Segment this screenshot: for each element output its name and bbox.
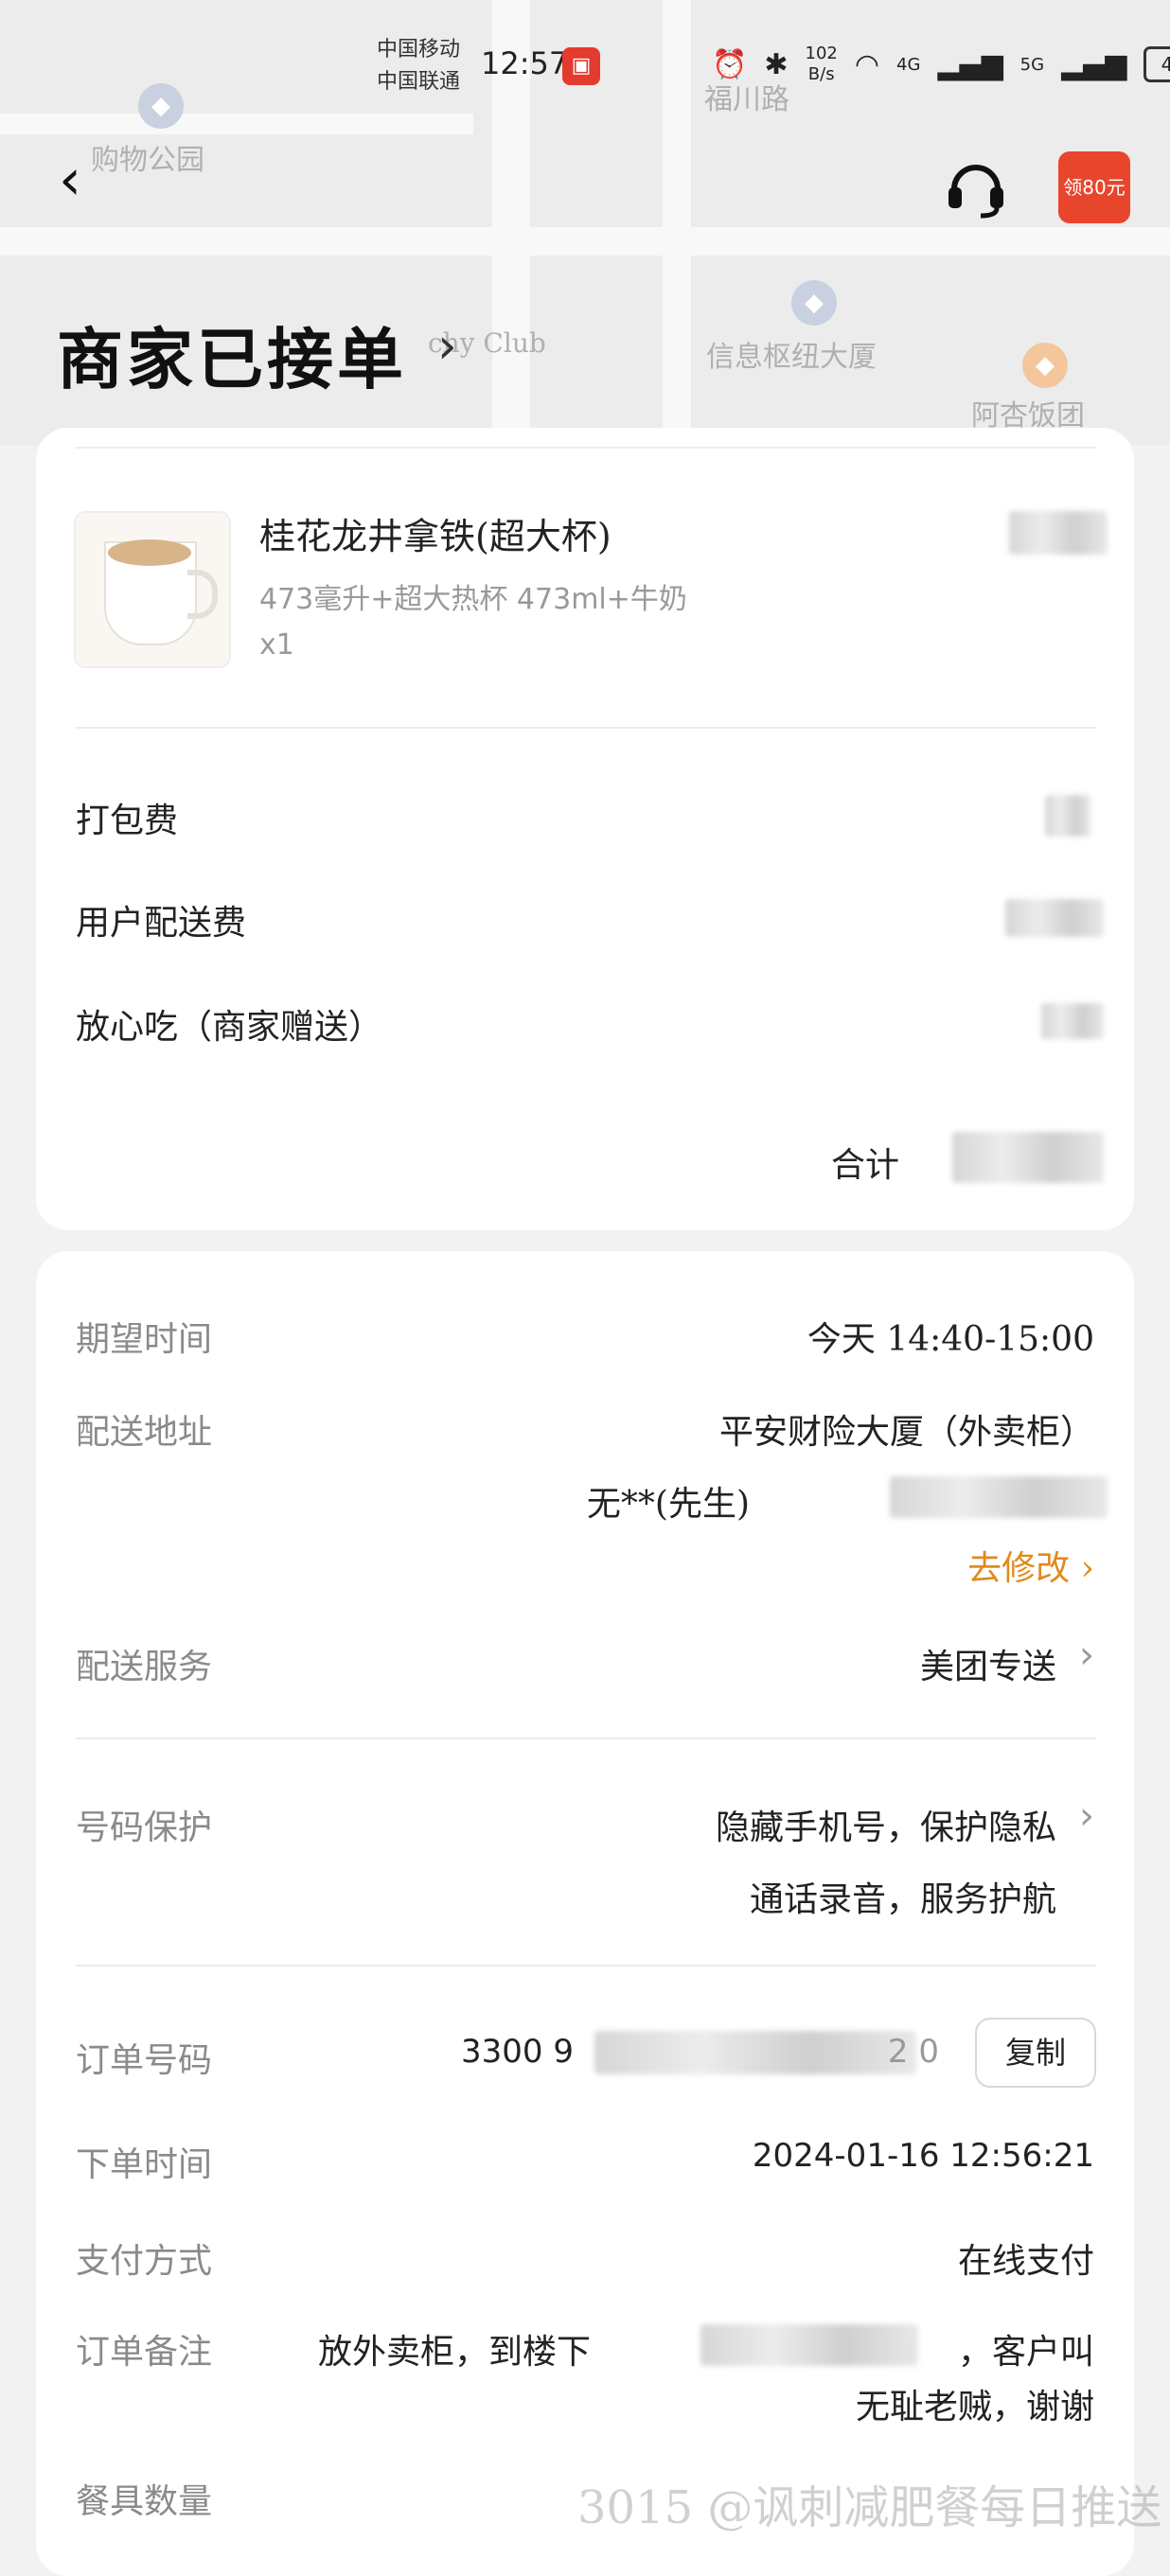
network-speed-unit: B/s <box>807 64 835 84</box>
bluetooth-icon: ✱ <box>764 47 789 81</box>
delivery-service-label: 配送服务 <box>76 1648 213 1686</box>
map-poi-icon: ◆ <box>791 280 837 326</box>
clock: 12:57 <box>481 45 569 81</box>
carrier-name: 中国移动 <box>377 38 461 62</box>
map-label: 购物公园 <box>91 144 204 177</box>
recipient-name: 无**(先生) <box>586 1485 750 1524</box>
chevron-left-icon: ‹ <box>59 147 81 213</box>
order-number-redacted <box>594 2031 916 2074</box>
divider <box>76 1965 1096 1967</box>
copy-button[interactable]: 复制 <box>975 2018 1096 2088</box>
order-note-line: 无耻老贼，谢谢 <box>855 2388 1094 2426</box>
signal-icon: ▂▄▆ <box>937 47 1003 81</box>
map-label: 信息枢纽大厦 <box>706 341 877 374</box>
alarm-icon: ⏰ <box>712 47 748 81</box>
order-note-end: ，客户叫 <box>957 2333 1094 2372</box>
order-time-label: 下单时间 <box>76 2145 213 2184</box>
modify-address-label: 去修改 <box>967 1549 1071 1588</box>
order-number-label: 订单号码 <box>76 2041 213 2080</box>
expected-time-value: 今天 14:40-15:00 <box>807 1320 1094 1359</box>
divider <box>76 727 1096 729</box>
map-poi-icon: ◆ <box>1022 343 1068 388</box>
signal-icon: ▂▄▆ <box>1061 47 1127 81</box>
insurance-fee-redacted <box>1041 1003 1104 1039</box>
order-note-start: 放外卖柜，到楼下 <box>318 2333 592 2372</box>
packing-fee-redacted <box>1045 795 1090 837</box>
modify-address-link[interactable]: 去修改 › <box>967 1541 1094 1590</box>
privacy-label: 号码保护 <box>76 1808 213 1847</box>
product-spec: 473毫升+超大热杯 473ml+牛奶 <box>259 583 687 616</box>
total-label: 合计 <box>831 1146 900 1185</box>
address-label: 配送地址 <box>76 1413 213 1452</box>
total-amount-redacted <box>952 1132 1104 1183</box>
delivery-service-value[interactable]: 美团专送 <box>920 1639 1056 1688</box>
page-title[interactable]: 商家已接单 <box>57 307 407 402</box>
status-icons: ⏰ ✱ 102 B/s ◠ 4G ▂▄▆ 5G ▂▄▆ 45 <box>712 38 1170 91</box>
network-type: 5G <box>1019 54 1045 75</box>
headset-icon <box>948 165 1003 219</box>
chevron-right-icon[interactable]: › <box>437 318 457 375</box>
order-note-redacted <box>700 2324 918 2366</box>
coupon-button[interactable]: 领80元 <box>1058 151 1130 223</box>
cup-handle <box>187 570 218 619</box>
network-speed: 102 B/s <box>806 44 838 85</box>
product-price-redacted <box>1009 511 1108 555</box>
status-bar: 中国移动 中国联通 12:57 ▣ ⏰ ✱ 102 B/s ◠ 4G ▂▄▆ 5… <box>0 0 1170 132</box>
chevron-right-icon[interactable]: › <box>1079 1633 1094 1677</box>
product-image <box>74 511 231 668</box>
privacy-line[interactable]: 隐藏手机号，保护隐私 <box>716 1800 1056 1849</box>
customer-service-button[interactable] <box>943 155 1009 221</box>
order-time-value: 2024-01-16 12:56:21 <box>752 2137 1094 2175</box>
network-type: 4G <box>896 54 921 75</box>
network-speed-value: 102 <box>805 44 838 63</box>
carrier-name: 中国联通 <box>377 70 461 94</box>
back-button[interactable]: ‹ <box>59 151 106 208</box>
coffee-foam <box>108 539 191 566</box>
order-number-suffix: 2 0 <box>887 2033 939 2071</box>
carrier-info: 中国移动 中国联通 <box>377 34 460 98</box>
delivery-fee-redacted <box>1005 899 1104 937</box>
utensils-label: 餐具数量 <box>76 2482 213 2521</box>
privacy-line: 通话录音，服务护航 <box>749 1880 1056 1919</box>
order-note-label: 订单备注 <box>76 2333 213 2372</box>
delivery-fee-label: 用户配送费 <box>76 904 247 943</box>
divider <box>76 1738 1096 1739</box>
payment-label: 支付方式 <box>76 2242 213 2281</box>
order-number-prefix: 3300 9 <box>461 2033 574 2071</box>
insurance-label: 放心吃（商家赠送） <box>76 1008 383 1047</box>
payment-value: 在线支付 <box>957 2242 1094 2281</box>
product-quantity: x1 <box>259 628 294 662</box>
coupon-label: 领80元 <box>1063 176 1126 199</box>
wifi-icon: ◠ <box>854 47 880 81</box>
watermark: 3015 @讽刺减肥餐每日推送 <box>577 2481 1162 2534</box>
address-line: 平安财险大厦（外卖柜） <box>718 1413 1094 1452</box>
packing-fee-label: 打包费 <box>76 802 179 840</box>
phone-number-redacted <box>890 1476 1108 1518</box>
divider <box>76 447 1096 449</box>
battery-icon: 45 <box>1143 46 1170 82</box>
chevron-right-icon[interactable]: › <box>1079 1794 1094 1838</box>
expected-time-label: 期望时间 <box>76 1320 213 1359</box>
product-name: 桂花龙井拿铁(超大杯) <box>259 516 612 557</box>
app-notification-icon: ▣ <box>562 47 600 85</box>
